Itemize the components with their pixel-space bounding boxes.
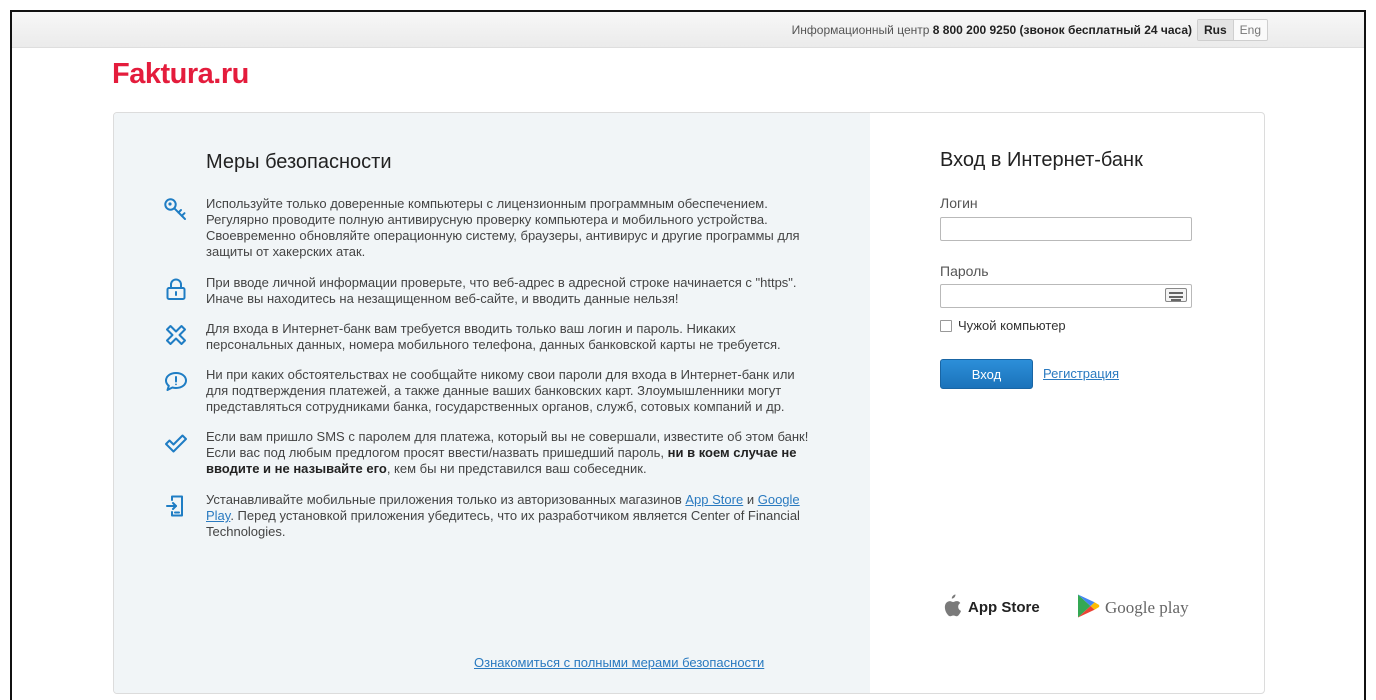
password-label: Пароль: [940, 263, 989, 279]
login-title: Вход в Интернет-банк: [940, 149, 1143, 171]
apps-text-after: . Перед установкой приложения убедитесь,…: [206, 508, 800, 539]
security-item-login-only: Для входа в Интернет-банк вам требуется …: [162, 321, 812, 353]
app-store-text: App Store: [968, 599, 1040, 616]
security-title: Меры безопасности: [206, 151, 392, 173]
apple-icon: [940, 593, 962, 622]
google-play-icon: [1076, 593, 1100, 622]
security-item-https: При вводе личной информации проверьте, ч…: [162, 275, 812, 307]
full-security-link[interactable]: Ознакомиться с полными мерами безопаснос…: [474, 655, 764, 670]
info-center-label: Информационный центр: [791, 23, 930, 37]
security-item-text: Если вам пришло SMS с паролем для платеж…: [206, 429, 812, 477]
checkbox-box[interactable]: [940, 319, 952, 332]
google-play-badge[interactable]: Google play: [1076, 593, 1189, 622]
info-center-phone: 8 800 200 9250 (звонок бесплатный 24 час…: [932, 23, 1192, 37]
security-item-trusted-computers: Используйте только доверенные компьютеры…: [162, 196, 812, 260]
top-bar: Информационный центр 8 800 200 9250 (зво…: [12, 12, 1364, 48]
apps-text-mid: и: [746, 492, 755, 507]
security-item-mobile-apps: Устанавливайте мобильные приложения толь…: [162, 492, 812, 540]
security-item-passwords: Ни при каких обстоятельствах не сообщайт…: [162, 367, 812, 415]
security-panel: Меры безопасности Используйте только дов…: [114, 113, 870, 693]
login-panel: Вход в Интернет-банк Логин Пароль Чужой …: [870, 113, 1264, 693]
language-switcher: Rus Eng: [1196, 19, 1268, 41]
x-icon: [162, 321, 190, 349]
browser-frame: Информационный центр 8 800 200 9250 (зво…: [10, 10, 1366, 700]
security-item-sms: Если вам пришло SMS с паролем для платеж…: [162, 429, 812, 477]
foreign-computer-checkbox[interactable]: Чужой компьютер: [940, 318, 1066, 333]
checkmark-icon: [162, 429, 190, 457]
app-store-badge[interactable]: App Store: [940, 593, 1040, 622]
main-card: Меры безопасности Используйте только дов…: [113, 112, 1265, 694]
apps-text-before: Устанавливайте мобильные приложения толь…: [206, 492, 682, 507]
lock-icon: [162, 275, 190, 303]
speech-bubble-icon: [162, 367, 190, 395]
security-item-text: Используйте только доверенные компьютеры…: [206, 196, 800, 259]
virtual-keyboard-icon[interactable]: [1165, 288, 1187, 302]
faktura-logo[interactable]: Faktura.ru: [112, 58, 249, 91]
app-store-link[interactable]: App Store: [685, 492, 743, 507]
login-input[interactable]: [940, 217, 1192, 241]
foreign-computer-label: Чужой компьютер: [958, 318, 1066, 333]
security-item-text: Ни при каких обстоятельствах не сообщайт…: [206, 367, 795, 414]
login-button[interactable]: Вход: [940, 359, 1033, 389]
sms-text-after: , кем бы ни представился ваш собеседник.: [386, 461, 647, 476]
security-item-text: Устанавливайте мобильные приложения толь…: [206, 492, 812, 540]
security-item-text: Для входа в Интернет-банк вам требуется …: [206, 321, 781, 352]
lang-eng-button[interactable]: Eng: [1233, 20, 1267, 40]
google-play-text: Google play: [1105, 597, 1189, 617]
mobile-download-icon: [162, 492, 190, 520]
security-item-text: При вводе личной информации проверьте, ч…: [206, 275, 797, 306]
lang-rus-button[interactable]: Rus: [1197, 20, 1234, 40]
security-list: Используйте только доверенные компьютеры…: [162, 196, 812, 554]
key-icon: [162, 196, 190, 224]
password-input[interactable]: [940, 284, 1192, 308]
info-center: Информационный центр 8 800 200 9250 (зво…: [792, 23, 1192, 37]
register-link[interactable]: Регистрация: [1043, 366, 1119, 381]
login-label: Логин: [940, 195, 978, 211]
